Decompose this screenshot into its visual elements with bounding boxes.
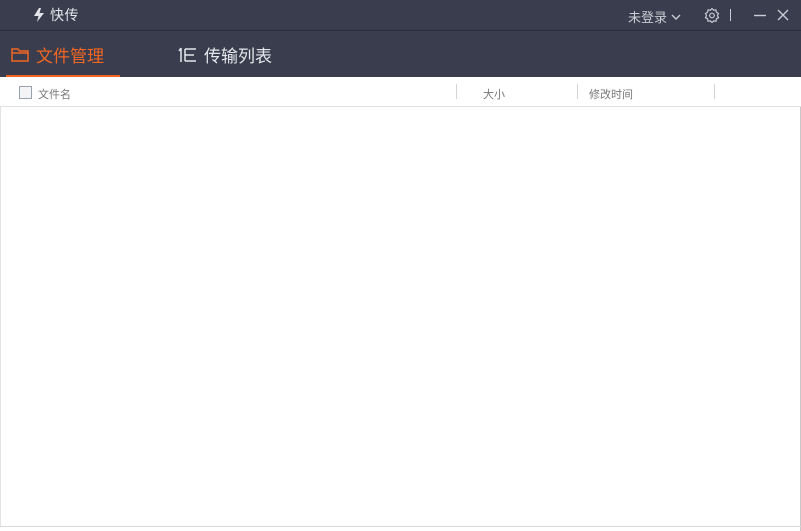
transfer-list-icon: [178, 47, 196, 62]
app-logo: 快传: [32, 6, 79, 24]
file-list-area[interactable]: [0, 107, 800, 526]
login-dropdown[interactable]: 未登录: [628, 7, 682, 26]
app-window: 快传 未登录 文件管理 传输列表 文件名 大小 修改时间: [0, 0, 801, 531]
tab-bar: 文件管理 传输列表: [0, 30, 801, 78]
column-divider[interactable]: [577, 84, 578, 99]
tab-label: 文件管理: [36, 47, 104, 67]
column-divider[interactable]: [714, 84, 715, 99]
bottom-divider: [0, 526, 801, 527]
column-divider[interactable]: [456, 84, 457, 99]
column-header-size[interactable]: 大小: [483, 86, 505, 102]
column-header-name[interactable]: 文件名: [38, 86, 71, 102]
title-bar: 快传 未登录: [0, 0, 801, 30]
chevron-down-icon: [671, 14, 681, 20]
tab-file-management[interactable]: 文件管理: [6, 31, 120, 78]
tab-label: 传输列表: [204, 47, 272, 67]
close-icon[interactable]: [775, 7, 791, 23]
app-title: 快传: [50, 8, 79, 24]
folder-icon: [11, 47, 29, 62]
minimize-icon[interactable]: [752, 7, 768, 23]
titlebar-divider: [730, 9, 731, 21]
tab-transfer-list[interactable]: 传输列表: [178, 31, 272, 78]
lightning-icon: [34, 8, 44, 22]
login-status-label: 未登录: [628, 11, 668, 26]
file-table-header: 文件名 大小 修改时间: [0, 77, 801, 107]
column-header-modified-time[interactable]: 修改时间: [589, 86, 633, 102]
select-all-checkbox[interactable]: [19, 86, 32, 99]
gear-icon[interactable]: [704, 7, 720, 23]
